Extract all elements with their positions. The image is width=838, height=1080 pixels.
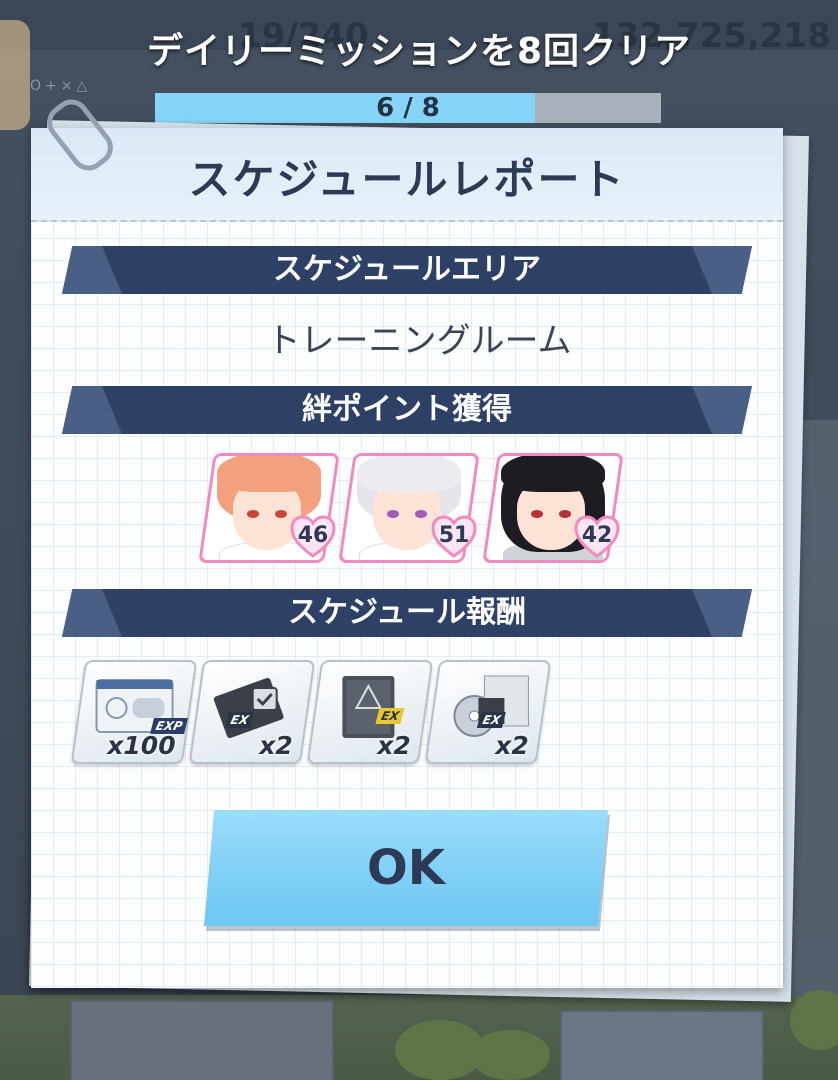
bond-points-1: 46 — [297, 523, 329, 548]
section-label-area: スケジュールエリア — [273, 252, 541, 287]
bond-heart-badge-2: 51 — [431, 514, 477, 560]
mission-toast-title: デイリーミッションを8回クリア — [146, 31, 692, 72]
section-bar-bond: 絆ポイント獲得 — [62, 386, 752, 434]
bush — [470, 1030, 550, 1080]
reward-item-3[interactable]: EX x2 — [306, 660, 434, 764]
section-label-bond: 絆ポイント獲得 — [302, 392, 512, 427]
ok-button[interactable]: OK — [204, 810, 608, 926]
reward-qty-3: x2 — [377, 731, 412, 760]
section-label-rewards: スケジュール報酬 — [288, 595, 526, 630]
reward-tag-2: EX — [224, 712, 255, 728]
schedule-area-name: トレーニングルーム — [266, 321, 572, 361]
section-bar-area: スケジュールエリア — [62, 246, 752, 294]
reward-item-1[interactable]: EXP x100 — [70, 660, 198, 764]
section-bar-rewards: スケジュール報酬 — [62, 589, 752, 637]
reward-qty-2: x2 — [259, 731, 294, 760]
dialog-title: スケジュールレポート — [188, 155, 626, 204]
reward-tag-3: EX — [375, 708, 405, 724]
mission-progress-bar: 6 / 8 — [155, 93, 661, 123]
bond-points-2: 51 — [438, 523, 470, 548]
bond-points-3: 42 — [581, 523, 613, 548]
ok-button-label: OK — [367, 840, 445, 896]
background-building-right — [560, 1010, 764, 1080]
reward-qty-4: x2 — [495, 731, 530, 760]
board-symbols: O+×△ — [30, 78, 92, 94]
bond-heart-badge-1: 46 — [290, 514, 336, 560]
dialog-header: スケジュールレポート — [31, 128, 783, 222]
reward-item-4[interactable]: EX x2 — [424, 660, 552, 764]
reward-item-2[interactable]: EX x2 — [188, 660, 316, 764]
reward-qty-1: x100 — [106, 731, 176, 760]
bond-heart-badge-3: 42 — [574, 514, 620, 560]
background-building-left — [70, 1000, 334, 1080]
reward-tag-4: EX — [476, 712, 507, 728]
mission-progress-text: 6 / 8 — [376, 93, 440, 123]
